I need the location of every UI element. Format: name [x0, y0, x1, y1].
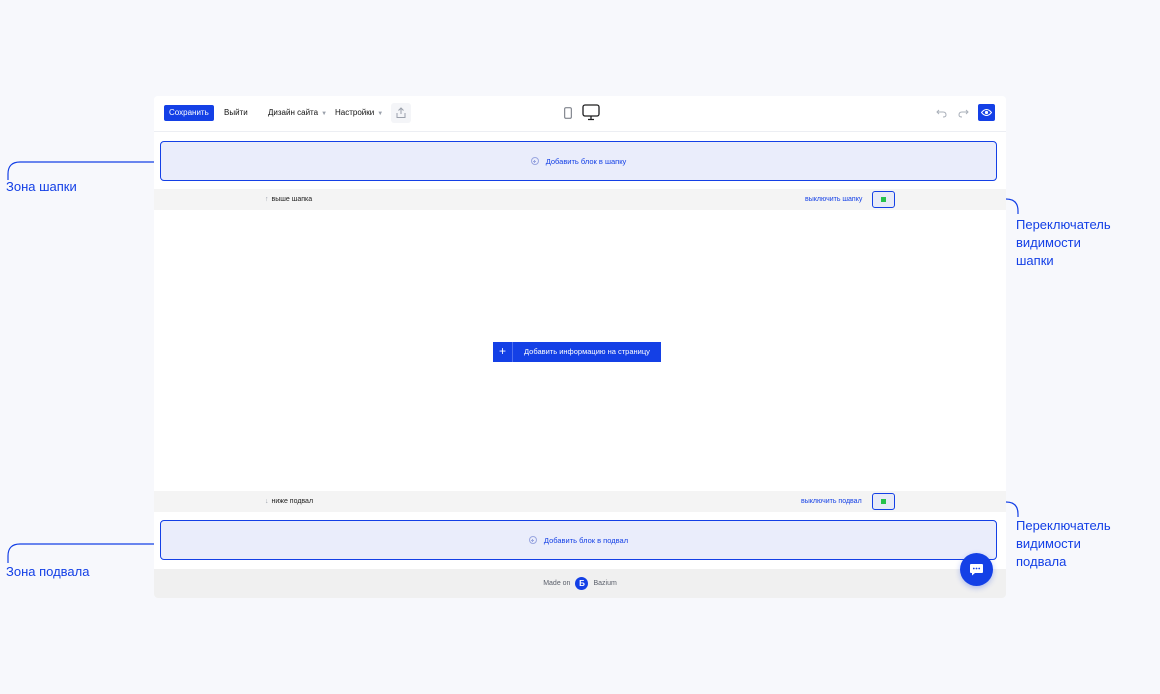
site-design-menu-label: Дизайн сайта [268, 108, 319, 117]
site-design-menu[interactable]: Дизайн сайта ▼ [268, 105, 327, 121]
annotation-line: подвала [1016, 554, 1067, 569]
annotation-line: видимости [1016, 235, 1081, 250]
editor-toolbar: Сохранить Выйти Дизайн сайта ▼ Настройки ▼ [154, 96, 1006, 132]
made-on-text: Made on [543, 580, 571, 587]
made-on-badge[interactable]: Made on Б Bazium [154, 569, 1006, 598]
annotation-line: Переключатель [1016, 217, 1111, 232]
chevron-down-icon: ▼ [377, 111, 384, 117]
annotation-header-toggle: Переключатель видимости шапки [1016, 216, 1146, 270]
header-separator-strip: ↑ выше шапка выключить шапку [154, 189, 1006, 210]
desktop-view-icon[interactable] [582, 104, 600, 121]
above-header-label: ↑ выше шапка [265, 189, 312, 210]
arrow-up-icon: ↑ [265, 196, 269, 203]
settings-menu-label: Настройки [335, 108, 375, 117]
footer-zone[interactable]: Добавить блок в подвал [160, 520, 997, 560]
preview-button[interactable] [978, 104, 995, 121]
annotation-footer-toggle: Переключатель видимости подвала [1016, 517, 1146, 571]
plus-circle-icon [528, 536, 537, 544]
exit-button[interactable]: Выйти [218, 105, 254, 121]
disable-footer-link[interactable]: выключить подвал [801, 491, 862, 512]
annotation-line: шапки [1016, 253, 1054, 268]
undo-icon[interactable] [936, 108, 947, 118]
chevron-down-icon: ▼ [321, 111, 328, 117]
preview-eye-icon [981, 109, 992, 116]
arrow-down-icon: ↓ [265, 498, 269, 505]
settings-menu[interactable]: Настройки ▼ [335, 105, 383, 121]
disable-header-link[interactable]: выключить шапку [805, 189, 862, 210]
editor-frame: Сохранить Выйти Дизайн сайта ▼ Настройки ▼ [154, 96, 1006, 598]
below-footer-label: ↓ ниже подвал [265, 491, 313, 512]
annotation-line: Переключатель [1016, 518, 1111, 533]
add-footer-block-label: Добавить блок в подвал [543, 535, 629, 545]
plus-icon: + [493, 342, 513, 362]
mobile-view-icon[interactable] [564, 107, 572, 119]
toggle-on-indicator [881, 499, 886, 504]
header-zone[interactable]: Добавить блок в шапку [160, 141, 997, 181]
chat-button[interactable] [960, 553, 993, 586]
add-page-info-button[interactable]: + Добавить информацию на страницу [493, 342, 661, 362]
save-button[interactable]: Сохранить [164, 105, 214, 121]
share-button[interactable] [391, 103, 411, 123]
add-header-block[interactable]: Добавить блок в шапку [161, 142, 996, 180]
add-page-info-label: Добавить информацию на страницу [513, 342, 661, 362]
annotation-line: видимости [1016, 536, 1081, 551]
add-header-block-label: Добавить блок в шапку [545, 156, 627, 166]
footer-visibility-toggle[interactable] [872, 493, 895, 510]
header-visibility-toggle[interactable] [872, 191, 895, 208]
redo-icon[interactable] [958, 108, 969, 118]
toggle-on-indicator [881, 197, 886, 202]
chat-icon [970, 564, 983, 576]
share-icon [396, 107, 406, 118]
above-header-text: выше шапка [271, 196, 313, 203]
brand-name: Bazium [593, 580, 617, 587]
add-footer-block[interactable]: Добавить блок в подвал [161, 521, 996, 559]
bazium-logo: Б [575, 577, 589, 590]
annotation-header-zone: Зона шапки [6, 179, 77, 194]
footer-separator-strip: ↓ ниже подвал выключить подвал [154, 491, 1006, 512]
plus-circle-icon [530, 157, 539, 165]
below-footer-text: ниже подвал [271, 498, 314, 505]
annotation-footer-zone: Зона подвала [6, 564, 90, 579]
